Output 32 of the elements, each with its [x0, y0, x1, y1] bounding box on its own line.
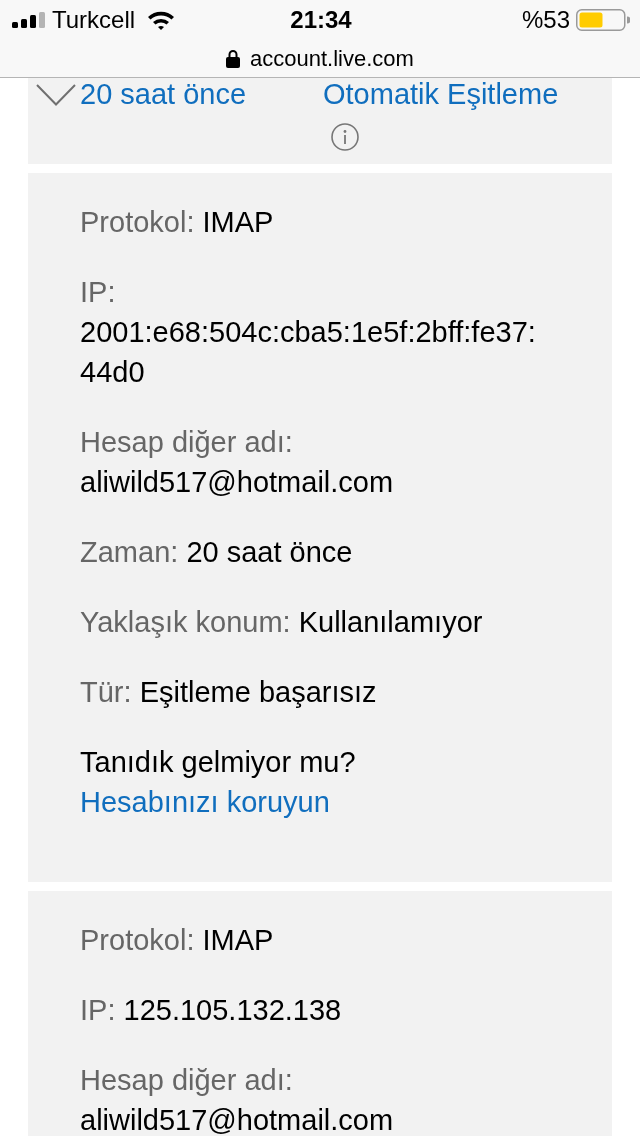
- wifi-icon: [147, 10, 176, 30]
- field-label: Zaman:: [80, 536, 179, 568]
- field-value: IMAP: [202, 923, 274, 958]
- activity-time[interactable]: 20 saat önce: [80, 78, 323, 110]
- field-label: Hesap diğer adı:: [80, 1064, 293, 1096]
- field-value: aliwild517@hotmail.com: [80, 1103, 394, 1136]
- field-value: IMAP: [202, 205, 274, 240]
- field-value: 2001:e68:504c:cba5:1e5f:2bff:fe37:44d0: [80, 315, 537, 390]
- chevron-down-icon[interactable]: [36, 84, 76, 106]
- field-value: 125.105.132.138: [123, 993, 342, 1028]
- field-label: IP:: [80, 276, 116, 308]
- field-label: Hesap diğer adı:: [80, 426, 293, 458]
- protect-account-link[interactable]: Hesabınızı koruyun: [80, 786, 330, 818]
- field-value: Kullanılamıyor: [298, 605, 483, 640]
- info-icon[interactable]: [331, 123, 359, 151]
- prompt-text: Tanıdık gelmiyor mu?: [80, 745, 357, 780]
- clock-time: 21:34: [290, 6, 352, 34]
- field-label: Protokol:: [80, 206, 195, 238]
- field-label: IP:: [80, 994, 116, 1026]
- activity-type[interactable]: Otomatik Eşitleme: [323, 78, 612, 110]
- field-label: Protokol:: [80, 924, 195, 956]
- signal-icon: [12, 12, 46, 28]
- field-label: Tür:: [80, 676, 132, 708]
- lock-icon: [226, 49, 241, 68]
- field-value: aliwild517@hotmail.com: [80, 465, 394, 500]
- carrier-name: Turkcell: [52, 6, 136, 34]
- field-value: 20 saat önce: [186, 535, 353, 570]
- field-value: Eşitleme başarısız: [139, 675, 377, 710]
- battery-icon: [576, 9, 630, 31]
- field-label: Yaklaşık konum:: [80, 606, 291, 638]
- battery-percentage: %53: [521, 6, 570, 34]
- url-text[interactable]: account.live.com: [250, 45, 414, 72]
